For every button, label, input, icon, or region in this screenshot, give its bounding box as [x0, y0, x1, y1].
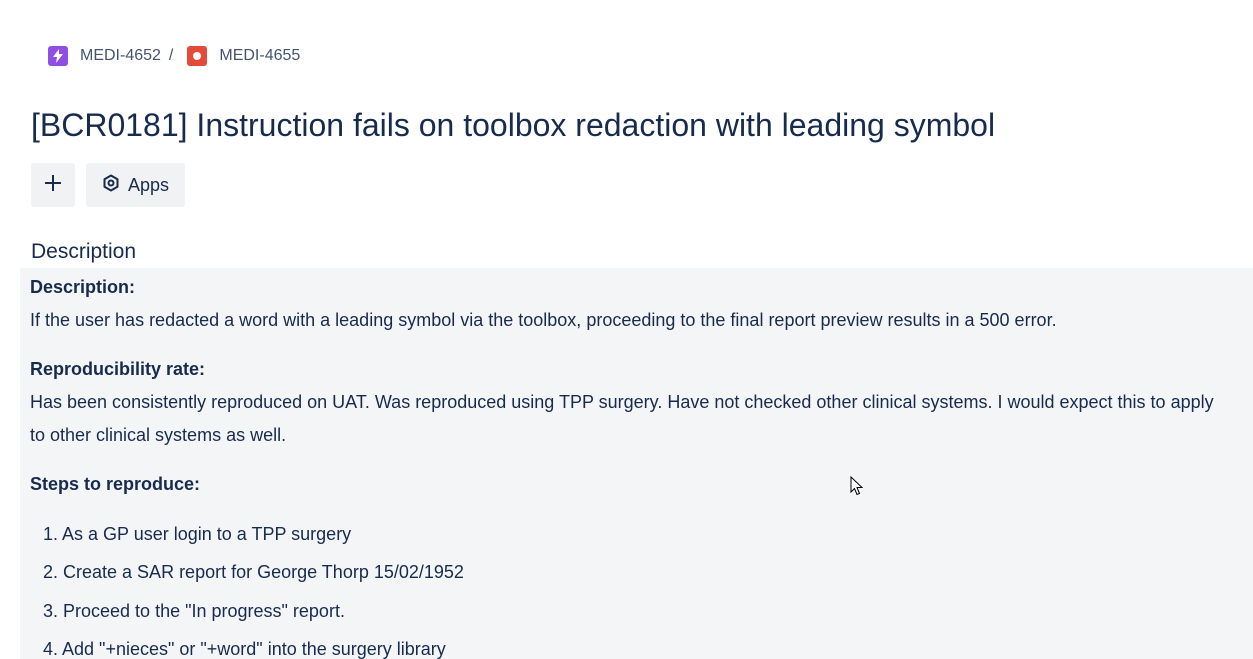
breadcrumb-current-key: MEDI-4655 [219, 47, 301, 64]
apps-hexagon-icon [102, 174, 120, 197]
issue-title[interactable]: [BCR0181] Instruction fails on toolbox r… [31, 104, 995, 146]
step-text: Proceed to the "In progress" report. [63, 600, 345, 621]
step-text: Create a SAR report for George Thorp 15/… [63, 562, 464, 583]
steps-label: Steps to reproduce: [30, 474, 201, 494]
add-button[interactable] [31, 163, 75, 207]
breadcrumb-separator: / [168, 47, 174, 64]
step-text: Add "+nieces" or "+word" into the surger… [62, 638, 446, 659]
step-item: 4. Add "+nieces" or "+word" into the sur… [43, 638, 446, 659]
mouse-pointer-icon [850, 476, 864, 496]
breadcrumb-parent-issue[interactable]: MEDI-4652 [48, 46, 161, 66]
bug-icon [187, 46, 208, 66]
reproducibility-label: Reproducibility rate: [30, 359, 206, 379]
issue-view: MEDI-4652 / MEDI-4655 [BCR0181] Instruct… [0, 0, 1253, 659]
description-text: If the user has redacted a word with a l… [30, 310, 1057, 330]
step-item: 1. As a GP user login to a TPP surgery [43, 524, 352, 544]
plus-icon [44, 174, 62, 197]
description-label: Description: [30, 277, 136, 297]
description-field[interactable]: Description: If the user has redacted a … [20, 268, 1253, 659]
step-item: 3. Proceed to the "In progress" report. [43, 600, 345, 621]
apps-button[interactable]: Apps [86, 163, 185, 207]
step-text: As a GP user login to a TPP surgery [62, 524, 352, 544]
apps-button-label: Apps [127, 174, 170, 195]
breadcrumb-current-issue[interactable]: MEDI-4655 [187, 46, 300, 66]
steps-list: 1. As a GP user login to a TPP surgery 2… [43, 518, 464, 659]
epic-lightning-icon [48, 46, 68, 66]
issue-actions: Apps [31, 163, 185, 207]
description-heading: Description [31, 240, 137, 263]
step-item: 2. Create a SAR report for George Thorp … [43, 562, 464, 583]
breadcrumb: MEDI-4652 / MEDI-4655 [48, 44, 300, 68]
reproducibility-text: Has been consistently reproduced on UAT.… [30, 392, 1214, 445]
breadcrumb-parent-key: MEDI-4652 [80, 47, 161, 64]
